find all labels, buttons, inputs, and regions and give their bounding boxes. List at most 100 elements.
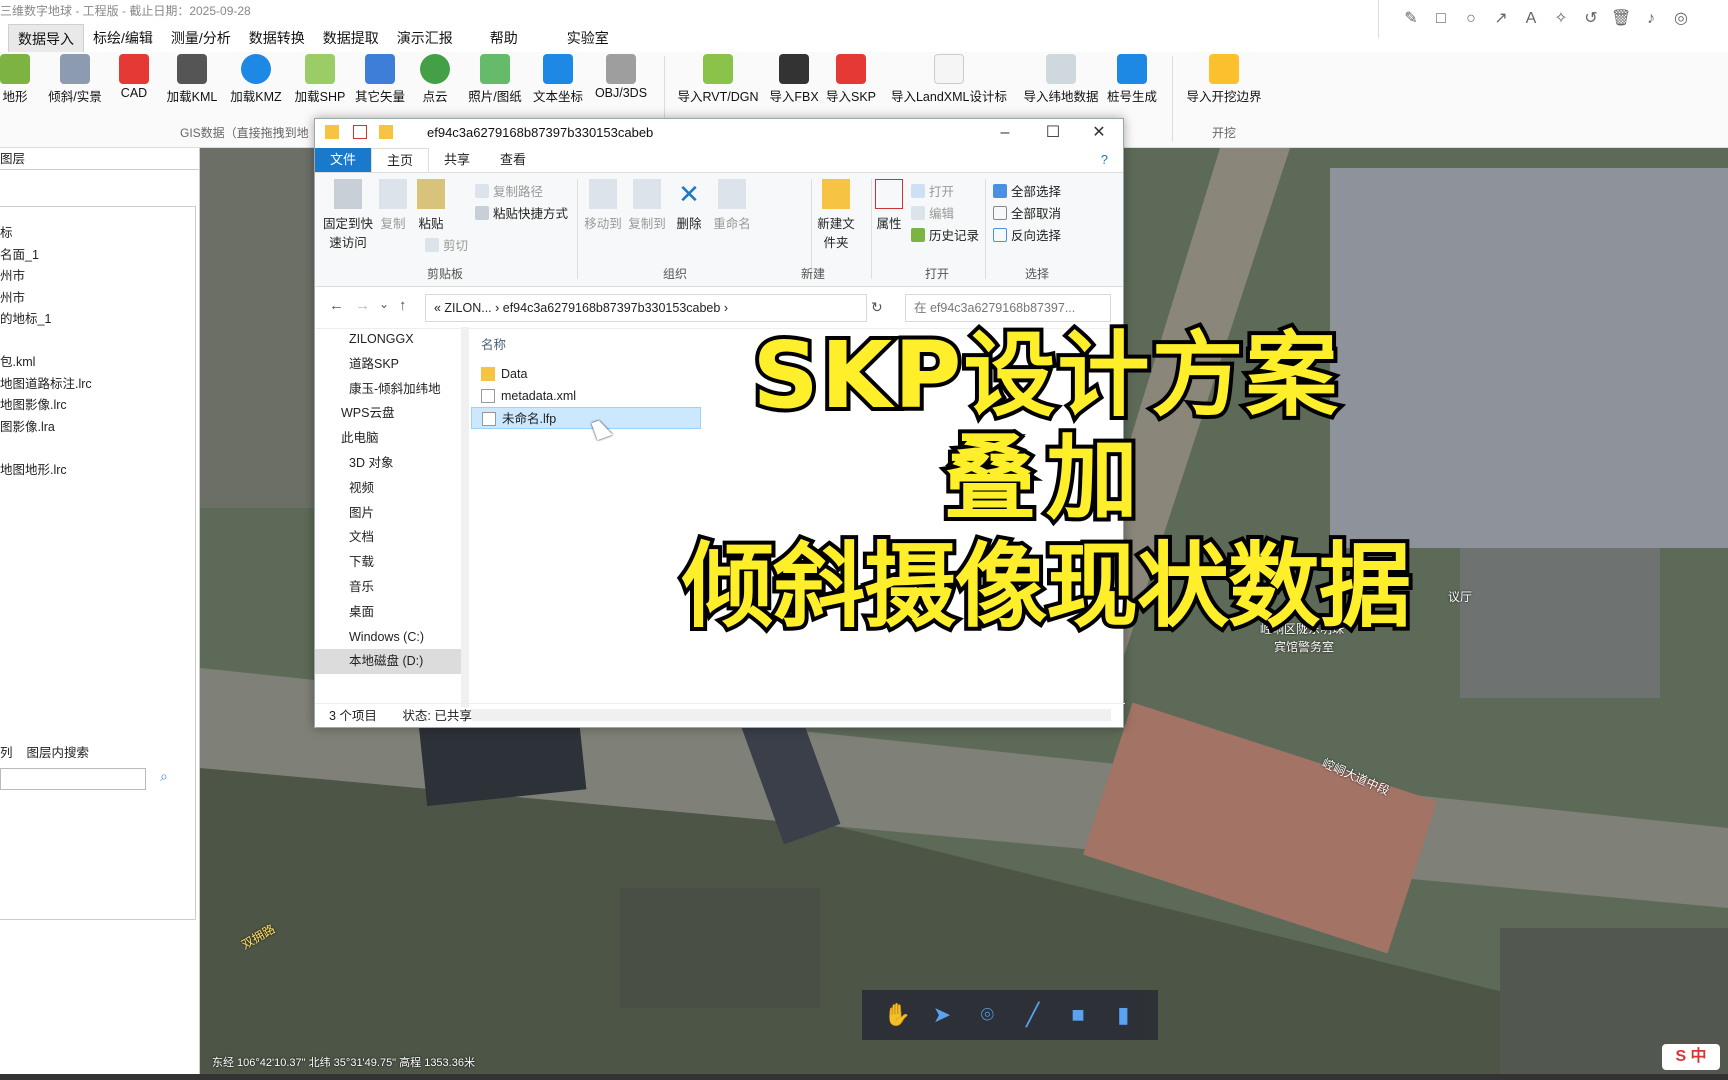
nav-item[interactable]: 3D 对象 [315, 451, 465, 476]
delete-button[interactable]: ✕ 删除 [671, 179, 707, 232]
nav-scrollbar[interactable] [461, 327, 469, 707]
layer-item[interactable]: 的地标_1 [0, 309, 195, 331]
ribbon-oblique[interactable]: 倾斜/实景 [46, 54, 104, 110]
ribbon-skp[interactable]: 导入SKP [826, 54, 876, 110]
checkbox-icon[interactable] [353, 125, 367, 139]
ribbon-station[interactable]: 桩号生成 [1106, 54, 1158, 110]
pin-button[interactable]: 固定到快速访问 [321, 179, 375, 251]
tab-list[interactable]: 列 [0, 742, 13, 761]
mic-icon[interactable]: ◎ [1671, 9, 1691, 29]
nav-item[interactable]: 图片 [315, 501, 465, 526]
history-button[interactable]: 历史记录 [911, 225, 979, 244]
layer-item[interactable]: 地图道路标注.lrc [0, 374, 195, 396]
circle-icon[interactable]: ○ [1461, 9, 1481, 29]
trash-icon[interactable]: 🗑 [1611, 9, 1631, 29]
nav-item[interactable]: 康玉-倾斜加纬地 [315, 377, 465, 402]
copy-path-button[interactable]: 复制路径 [475, 181, 543, 200]
placemark-icon[interactable]: ⌾ [974, 1002, 1000, 1028]
ribbon-landxml[interactable]: 导入LandXML设计标 [882, 54, 1016, 110]
menu-extract[interactable]: 数据提取 [314, 24, 388, 52]
nav-item[interactable]: 文档 [315, 525, 465, 550]
ribbon-excavation[interactable]: 导入开挖边界 [1184, 54, 1264, 110]
menu-convert[interactable]: 数据转换 [240, 24, 314, 52]
layer-item[interactable]: 地图地形.lrc [0, 460, 195, 482]
menu-present[interactable]: 演示汇报 [388, 24, 462, 52]
layer-item[interactable]: 州市 [0, 288, 195, 310]
paste-shortcut-button[interactable]: 粘贴快捷方式 [475, 203, 568, 222]
menu-help[interactable]: 帮助 [462, 24, 527, 52]
ribbon-shp[interactable]: 加载SHP [292, 54, 348, 110]
layer-item[interactable]: 标 [0, 223, 195, 245]
maximize-icon[interactable]: ☐ [1031, 119, 1075, 147]
help-icon[interactable]: ? [1086, 148, 1123, 172]
rectangle-icon[interactable]: □ [1431, 9, 1451, 29]
move-to-button[interactable]: 移动到 [583, 179, 623, 232]
refresh-icon[interactable]: ↻ [871, 299, 883, 316]
speaker-icon[interactable]: ♪ [1641, 9, 1661, 29]
search-icon[interactable]: ⌕ [160, 768, 168, 785]
recent-chevron-icon[interactable]: ⌄ [379, 297, 389, 311]
back-icon[interactable]: ← [329, 297, 344, 314]
explorer-search[interactable]: 在 ef94c3a6279168b87397... [905, 294, 1111, 322]
nav-item[interactable]: 下载 [315, 550, 465, 575]
up-icon[interactable]: ↑ [399, 297, 407, 314]
address-bar[interactable]: « ZILON... › ef94c3a6279168b87397b330153… [425, 294, 867, 322]
ribbon-fbx[interactable]: 导入FBX [768, 54, 820, 110]
tab-view[interactable]: 查看 [485, 148, 541, 172]
minimize-icon[interactable]: – [983, 119, 1027, 147]
layer-item[interactable]: 图影像.lra [0, 417, 195, 439]
ribbon-weidi[interactable]: 导入纬地数据 [1022, 54, 1100, 110]
rename-button[interactable]: 重命名 [711, 179, 753, 232]
nav-item[interactable]: 桌面 [315, 600, 465, 625]
select-arrow-icon[interactable]: ➤ [929, 1002, 955, 1028]
ribbon-textcoord[interactable]: 文本坐标 [532, 54, 584, 110]
copy-to-button[interactable]: 复制到 [627, 179, 667, 232]
layer-item[interactable] [0, 438, 195, 460]
layer-item[interactable]: 州市 [0, 266, 195, 288]
new-folder-button[interactable]: 新建文件夹 [815, 179, 857, 251]
menu-plot-edit[interactable]: 标绘/编辑 [84, 24, 162, 52]
nav-item[interactable]: Windows (C:) [315, 625, 465, 650]
pencil-icon[interactable]: ✎ [1401, 9, 1421, 29]
paste-button[interactable]: 粘贴 [413, 179, 449, 232]
ribbon-rvt[interactable]: 导入RVT/DGN [676, 54, 760, 110]
menu-measure[interactable]: 测量/分析 [162, 24, 240, 52]
line-icon[interactable]: ╱ [1020, 1002, 1046, 1028]
layer-search-input[interactable] [0, 768, 146, 790]
select-none-button[interactable]: 全部取消 [993, 203, 1061, 222]
layer-item[interactable] [0, 331, 195, 353]
select-all-button[interactable]: 全部选择 [993, 181, 1061, 200]
menu-lab[interactable]: 实验室 [527, 24, 618, 52]
text-icon[interactable]: A [1521, 9, 1541, 29]
undo-icon[interactable]: ↺ [1581, 9, 1601, 29]
layer-item[interactable]: 地图影像.lrc [0, 395, 195, 417]
tab-layer-search[interactable]: 图层内搜索 [27, 742, 90, 761]
tab-home[interactable]: 主页 [371, 148, 430, 172]
tab-share[interactable]: 共享 [429, 148, 485, 172]
pan-hand-icon[interactable]: ✋ [884, 1002, 911, 1028]
nav-item[interactable]: ZILONGGX [315, 327, 465, 352]
open-button[interactable]: 打开 [911, 181, 954, 200]
cut-button[interactable]: 剪切 [425, 235, 468, 254]
chart-add-icon[interactable]: ▮ [1110, 1002, 1136, 1028]
menu-data-import[interactable]: 数据导入 [8, 24, 84, 52]
nav-item[interactable]: WPS云盘 [315, 401, 465, 426]
layer-item[interactable]: 名面_1 [0, 245, 195, 267]
ribbon-cad[interactable]: CAD [118, 54, 150, 110]
nav-item[interactable]: 音乐 [315, 575, 465, 600]
forward-icon[interactable]: → [355, 297, 370, 314]
nav-item[interactable]: 此电脑 [315, 426, 465, 451]
copy-button[interactable]: 复制 [375, 179, 411, 232]
nav-item[interactable]: 道路SKP [315, 352, 465, 377]
close-icon[interactable]: ✕ [1077, 119, 1121, 147]
edit-button[interactable]: 编辑 [911, 203, 954, 222]
tab-file[interactable]: 文件 [315, 148, 372, 172]
nav-item[interactable]: 本地磁盘 (D:) [315, 649, 465, 675]
ribbon-kml[interactable]: 加载KML [164, 54, 220, 110]
properties-button[interactable]: 属性 [873, 179, 905, 232]
ribbon-photo[interactable]: 照片/图纸 [466, 54, 524, 110]
ribbon-terrain[interactable]: 地形 [0, 54, 30, 110]
arrow-icon[interactable]: ↗ [1491, 9, 1511, 29]
polygon-icon[interactable]: ■ [1065, 1002, 1091, 1028]
ribbon-kmz[interactable]: 加载KMZ [228, 54, 284, 110]
